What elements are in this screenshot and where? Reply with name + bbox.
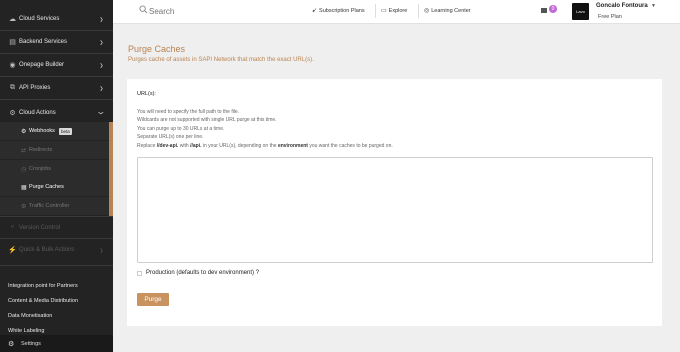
sidebar-subitem-redirects[interactable]: ⇄ Redirects [0, 141, 113, 159]
production-checkbox[interactable] [137, 271, 142, 276]
divider [375, 4, 376, 18]
active-indicator [109, 122, 113, 217]
caret-down-icon[interactable]: ▼ [651, 3, 656, 9]
sidebar-subitem-purge-caches[interactable]: ▦ Purge Caches [0, 178, 113, 196]
sidebar-item-cloud-actions[interactable]: ⚙ Cloud Actions › [0, 101, 113, 124]
divider [0, 99, 113, 100]
divider [0, 265, 113, 266]
beta-badge: beta [59, 127, 72, 135]
bolt-icon: ⚡ [8, 246, 17, 254]
urls-label: URL(s): [137, 91, 156, 97]
purge-icon: ▦ [21, 184, 27, 191]
chevron-right-icon: › [100, 81, 103, 94]
production-checkbox-label[interactable]: Production (defaults to dev environment)… [146, 270, 259, 276]
mail-icon[interactable] [541, 8, 547, 13]
help-text: You can purge up to 30 URLs at a time. [137, 126, 225, 132]
gear-icon: ⚙ [8, 340, 15, 348]
search-icon [139, 5, 148, 14]
sidebar-item-quick-bulk-actions[interactable]: ⚡ Quick & Bulk Actions › [0, 238, 113, 261]
sidebar-link-data-monetisation[interactable]: Data Monetisation [0, 309, 113, 322]
sidebar-subitem-cronjobs[interactable]: ◷ Cronjobs [0, 160, 113, 178]
sidebar-item-backend-services[interactable]: ▤ Backend Services › [0, 30, 113, 53]
help-text: Wildcards are not supported with single … [137, 117, 277, 123]
server-icon: ▤ [9, 38, 16, 46]
sidebar-settings[interactable]: ⚙ Settings [0, 335, 113, 352]
clock-icon: ◷ [21, 166, 27, 173]
sidebar-subitem-webhooks[interactable]: ⚙ Webhooks beta [0, 122, 113, 140]
chevron-right-icon: › [100, 12, 103, 25]
chevron-down-icon: › [95, 111, 108, 114]
chevron-right-icon: › [100, 35, 103, 48]
help-text: You will need to specify the full path t… [137, 109, 240, 115]
proxy-icon: ⧉ [10, 83, 15, 91]
chevron-right-icon: › [100, 243, 103, 256]
cloud-icon: ☁ [9, 15, 16, 23]
help-icon: ◎ [424, 8, 430, 14]
purge-form-card: URL(s): You will need to specify the ful… [127, 79, 662, 326]
purge-button[interactable]: Purge [137, 293, 169, 306]
avatar[interactable]: Lavo [572, 3, 589, 20]
traffic-icon: ⚙ [21, 203, 27, 210]
rocket-icon: ➹ [312, 8, 318, 14]
sidebar-link-content-media[interactable]: Content & Media Distribution [0, 294, 113, 307]
user-name[interactable]: Goncalo Fontoura [596, 3, 648, 9]
sidebar-link-partners[interactable]: Integration point for Partners [0, 279, 113, 292]
urls-textarea[interactable] [137, 157, 653, 263]
sidebar-item-onepage-builder[interactable]: ◉ Onepage Builder › [0, 53, 113, 76]
page-title: Purge Caches [128, 44, 186, 54]
page-subtitle: Purges cache of assets in SAPI Network t… [128, 57, 314, 63]
link-subscription-plans[interactable]: ➹ Subscription Plans [312, 7, 365, 15]
divider [418, 4, 419, 18]
gear-icon: ⚙ [21, 128, 27, 135]
link-explore[interactable]: ▭ Explore [381, 7, 407, 15]
sidebar-item-cloud-services[interactable]: ☁ Cloud Services › [0, 7, 113, 30]
link-learning-center[interactable]: ◎ Learning Center [424, 7, 471, 15]
sidebar-item-version-control[interactable]: ⑂ Version Control [0, 216, 113, 239]
builder-icon: ◉ [9, 61, 16, 69]
chevron-right-icon: › [100, 58, 103, 71]
top-header: ➹ Subscription Plans ▭ Explore ◎ Learnin… [113, 0, 680, 24]
redirect-icon: ⇄ [21, 147, 27, 154]
sidebar-item-api-proxies[interactable]: ⧉ API Proxies › [0, 76, 113, 99]
branch-icon: ⑂ [10, 224, 15, 231]
help-text-environment: Replace //dev-api. with //api. in your U… [137, 143, 393, 149]
user-plan: Free Plan [598, 14, 622, 20]
search-input[interactable] [149, 4, 299, 18]
notification-badge[interactable]: 0 [549, 5, 557, 13]
sidebar: ☁ Cloud Services › ▤ Backend Services › … [0, 0, 113, 352]
sidebar-subitem-traffic-controller[interactable]: ⚙ Traffic Controller [0, 197, 113, 215]
gear-icon: ⚙ [9, 109, 16, 117]
help-text: Separate URL(s) one per line. [137, 134, 204, 140]
monitor-icon: ▭ [381, 8, 387, 14]
